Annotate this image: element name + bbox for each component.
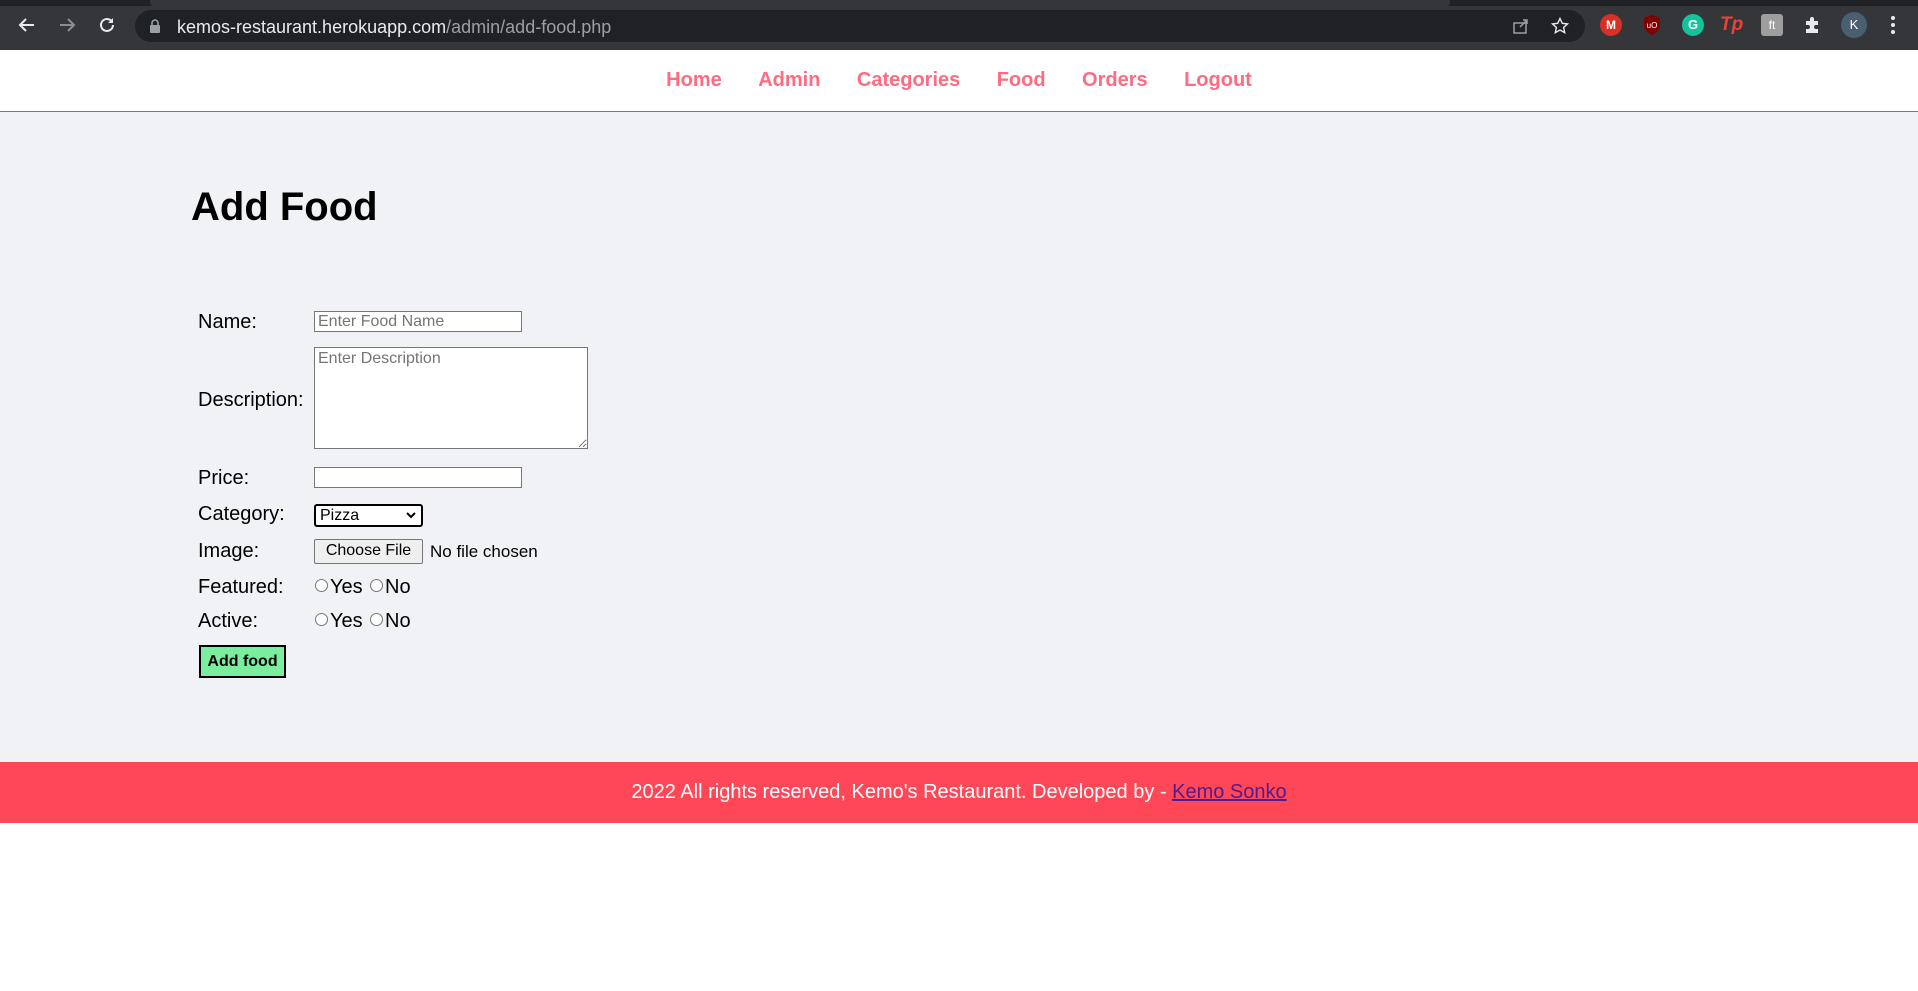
chevron-down-icon xyxy=(406,512,416,519)
forward-button[interactable] xyxy=(53,11,81,39)
description-textarea[interactable] xyxy=(314,347,588,449)
nav-food[interactable]: Food xyxy=(997,69,1046,91)
footer-author-link[interactable]: Kemo Sonko xyxy=(1172,781,1287,803)
browser-toolbar: kemos-restaurant.herokuapp.com/admin/add… xyxy=(0,0,1918,50)
extensions-puzzle-icon[interactable] xyxy=(1802,14,1824,36)
tp-extension-icon[interactable]: Tp xyxy=(1720,14,1743,36)
share-icon[interactable] xyxy=(1512,17,1530,35)
featured-no-label: No xyxy=(385,576,411,598)
nav-orders[interactable]: Orders xyxy=(1082,69,1148,91)
price-label: Price: xyxy=(198,467,250,489)
extension-icon[interactable]: ft xyxy=(1761,14,1783,36)
choose-file-button[interactable]: Choose File xyxy=(314,539,423,564)
image-label: Image: xyxy=(198,540,260,562)
bookmark-star-icon[interactable] xyxy=(1551,17,1569,35)
gmail-extension-icon[interactable]: M xyxy=(1600,14,1622,36)
svg-text:uO: uO xyxy=(1647,21,1658,30)
ublock-extension-icon[interactable]: uO xyxy=(1641,14,1663,36)
url-text: kemos-restaurant.herokuapp.com/admin/add… xyxy=(177,17,612,37)
featured-no-radio[interactable] xyxy=(370,579,383,592)
nav-home[interactable]: Home xyxy=(666,69,722,91)
footer-text: 2022 All rights reserved, Kemo's Restaur… xyxy=(631,781,1173,803)
nav-links: Home Admin Categories Food Orders Logout xyxy=(0,69,1918,92)
category-selected-value: Pizza xyxy=(320,507,360,524)
active-no-label: No xyxy=(385,610,411,632)
active-no-radio[interactable] xyxy=(370,613,383,626)
nav-admin[interactable]: Admin xyxy=(758,69,820,91)
price-input[interactable] xyxy=(314,467,522,488)
lock-icon xyxy=(150,19,160,33)
food-name-input[interactable] xyxy=(314,311,522,332)
nav-categories[interactable]: Categories xyxy=(857,69,960,91)
main-content: Add Food Name: Description: Price: Categ… xyxy=(0,112,1918,762)
nav-logout[interactable]: Logout xyxy=(1184,69,1252,91)
name-label: Name: xyxy=(198,311,257,333)
kebab-menu-icon[interactable] xyxy=(1882,14,1904,36)
description-label: Description: xyxy=(198,389,304,411)
category-select[interactable]: Pizza xyxy=(314,504,423,527)
back-button[interactable] xyxy=(13,11,41,39)
tab-strip xyxy=(0,0,1918,6)
arrow-left-icon xyxy=(18,18,34,32)
featured-yes-radio[interactable] xyxy=(315,579,328,592)
file-status: No file chosen xyxy=(430,542,538,561)
reload-icon xyxy=(100,17,114,32)
grammarly-extension-icon[interactable]: G xyxy=(1682,14,1704,36)
category-label: Category: xyxy=(198,503,285,525)
featured-label: Featured: xyxy=(198,576,284,598)
add-food-button[interactable]: Add food xyxy=(199,645,286,678)
active-yes-radio[interactable] xyxy=(315,613,328,626)
reload-button[interactable] xyxy=(93,11,121,39)
site-navbar: Home Admin Categories Food Orders Logout xyxy=(0,50,1918,112)
active-label: Active: xyxy=(198,610,259,632)
page-title: Add Food xyxy=(191,185,378,229)
arrow-right-icon xyxy=(60,18,76,32)
footer: 2022 All rights reserved, Kemo's Restaur… xyxy=(0,762,1918,823)
profile-avatar[interactable]: K xyxy=(1841,12,1867,38)
active-yes-label: Yes xyxy=(330,610,363,632)
featured-yes-label: Yes xyxy=(330,576,363,598)
address-bar[interactable]: kemos-restaurant.herokuapp.com/admin/add… xyxy=(135,10,1585,42)
